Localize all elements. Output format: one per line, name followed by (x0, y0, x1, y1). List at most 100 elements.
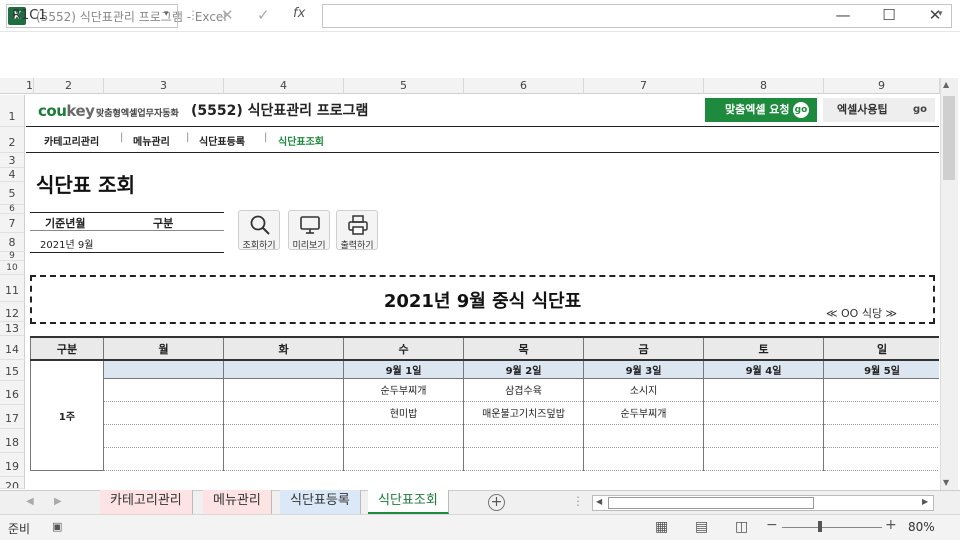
menu-cell[interactable] (823, 377, 939, 402)
menu-cell[interactable] (823, 446, 939, 471)
horizontal-scroll-thumb[interactable] (608, 497, 814, 509)
date-cell[interactable]: 9월 4일 (703, 359, 824, 379)
row-header[interactable]: 7 (0, 214, 25, 233)
column-header[interactable]: 3 (104, 78, 224, 94)
scroll-down-icon[interactable]: ▼ (943, 478, 949, 487)
menu-cell[interactable]: 순두부찌개 (343, 377, 464, 402)
preview-button[interactable]: 미리보기 (288, 210, 330, 251)
header-cell[interactable]: 목 (463, 336, 584, 361)
nav-register[interactable]: 식단표등록 (199, 133, 245, 148)
menu-cell[interactable] (463, 446, 584, 471)
zoom-slider[interactable] (782, 527, 882, 528)
column-header[interactable]: 2 (34, 78, 104, 94)
tab-menu[interactable]: 메뉴관리 (203, 490, 272, 514)
zoom-in-button[interactable]: + (885, 517, 897, 533)
row-header[interactable]: 2 (0, 127, 25, 153)
row-header[interactable]: 9 (0, 252, 25, 261)
row-header[interactable]: 13 (0, 322, 25, 336)
coukey-logo[interactable]: coukey (38, 102, 95, 120)
tab-scroll-left-icon[interactable]: ◀ (26, 496, 34, 507)
menu-cell[interactable]: 현미밥 (343, 400, 464, 425)
header-cell[interactable]: 금 (583, 336, 704, 361)
row-header[interactable]: 5 (0, 182, 25, 205)
worksheet[interactable]: coukey 맞춤형엑셀업무자동화 (5552) 식단표관리 프로그램 맞춤엑셀… (26, 95, 939, 489)
date-cell[interactable]: 9월 3일 (583, 359, 704, 379)
week-label[interactable]: 1주 (30, 359, 104, 471)
menu-cell[interactable] (343, 446, 464, 471)
menu-cell[interactable] (223, 400, 344, 425)
zoom-out-button[interactable]: − (766, 517, 778, 533)
column-header[interactable]: 7 (584, 78, 704, 94)
header-cell[interactable]: 토 (703, 336, 824, 361)
row-header[interactable]: 15 (0, 360, 25, 381)
tab-view[interactable]: 식단표조회 (368, 490, 449, 514)
filter-month-value[interactable]: 2021년 9월 (40, 236, 93, 251)
tab-scroll-right-icon[interactable]: ▶ (54, 496, 62, 507)
menu-cell[interactable] (103, 400, 224, 425)
insert-function-button[interactable]: fx (293, 6, 305, 21)
expand-formula-icon[interactable]: ▾ (938, 9, 943, 19)
column-header[interactable]: 6 (464, 78, 584, 94)
row-header[interactable]: 17 (0, 405, 25, 429)
date-cell[interactable]: 9월 2일 (463, 359, 584, 379)
menu-cell[interactable] (223, 423, 344, 448)
menu-cell[interactable] (823, 423, 939, 448)
column-header[interactable]: 4 (224, 78, 344, 94)
menu-cell[interactable]: 소시지 (583, 377, 704, 402)
menu-cell[interactable] (583, 423, 704, 448)
date-cell[interactable] (223, 359, 344, 379)
vertical-scroll-thumb[interactable] (943, 96, 955, 180)
macro-record-icon[interactable]: ▣ (52, 520, 62, 533)
date-cell[interactable]: 9월 5일 (823, 359, 939, 379)
date-cell[interactable] (103, 359, 224, 379)
row-header[interactable]: 1 (0, 95, 25, 127)
header-cell[interactable]: 월 (103, 336, 224, 361)
column-header[interactable]: 8 (704, 78, 824, 94)
header-cell[interactable]: 수 (343, 336, 464, 361)
page-layout-icon[interactable]: ▤ (695, 519, 708, 535)
menu-cell[interactable] (103, 423, 224, 448)
menu-cell[interactable] (703, 446, 824, 471)
page-break-preview-icon[interactable]: ◫ (735, 519, 748, 535)
nav-view[interactable]: 식단표조회 (278, 133, 324, 148)
row-header[interactable]: 18 (0, 429, 25, 453)
menu-cell[interactable] (343, 423, 464, 448)
tab-category[interactable]: 카테고리관리 (100, 490, 193, 514)
scroll-up-icon[interactable]: ▲ (943, 80, 949, 89)
menu-cell[interactable]: 매운불고기치즈덮밥 (463, 400, 584, 425)
row-header[interactable]: 20 (0, 477, 25, 489)
header-cell[interactable]: 구분 (30, 336, 104, 361)
zoom-level[interactable]: 80% (908, 520, 935, 534)
normal-view-icon[interactable]: ▦ (655, 519, 668, 535)
menu-cell[interactable]: 순두부찌개 (583, 400, 704, 425)
tab-register[interactable]: 식단표등록 (280, 490, 361, 514)
nav-menu[interactable]: 메뉴관리 (133, 133, 170, 148)
header-cell[interactable]: 일 (823, 336, 939, 361)
column-header[interactable]: 9 (824, 78, 940, 94)
row-header[interactable]: 3 (0, 153, 25, 168)
print-button[interactable]: 출력하기 (336, 210, 378, 251)
menu-cell[interactable] (703, 423, 824, 448)
enter-entry-button[interactable]: ✓ (257, 6, 270, 24)
row-header[interactable]: 8 (0, 233, 25, 252)
row-header[interactable]: 10 (0, 261, 25, 275)
row-header[interactable]: 19 (0, 453, 25, 477)
header-cell[interactable]: 화 (223, 336, 344, 361)
menu-cell[interactable] (703, 377, 824, 402)
excel-tips-button[interactable]: 엑셀사용팁 go (823, 98, 935, 122)
zoom-slider-handle[interactable] (818, 521, 822, 532)
nav-category[interactable]: 카테고리관리 (44, 133, 99, 148)
name-box[interactable]: R1C1 (6, 4, 178, 28)
menu-cell[interactable] (823, 400, 939, 425)
menu-cell[interactable]: 삼겹수육 (463, 377, 584, 402)
row-header[interactable]: 6 (0, 205, 25, 214)
menu-cell[interactable] (103, 377, 224, 402)
scroll-left-icon[interactable]: ◀ (596, 497, 602, 506)
chevron-down-icon[interactable]: ▾ (164, 9, 169, 19)
column-header[interactable]: 5 (344, 78, 464, 94)
row-header[interactable]: 11 (0, 275, 25, 302)
menu-cell[interactable] (463, 423, 584, 448)
row-header[interactable]: 14 (0, 336, 25, 360)
row-header[interactable]: 4 (0, 168, 25, 182)
menu-cell[interactable] (703, 400, 824, 425)
